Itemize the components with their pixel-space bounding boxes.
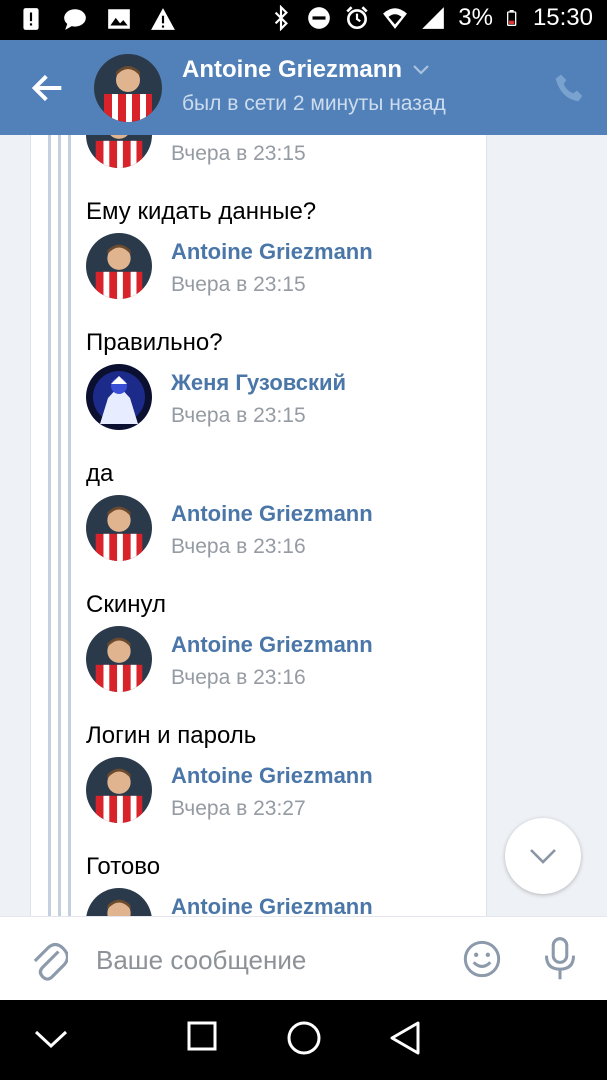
dnd-icon	[308, 7, 331, 29]
bluetooth-icon	[275, 5, 289, 31]
status-time: 15:30	[532, 4, 593, 31]
message-time: Вчера в 23:16	[171, 535, 306, 558]
home-icon[interactable]	[286, 1020, 322, 1056]
contact-name[interactable]: Antoine Griezmann	[182, 56, 430, 84]
message-time: Вчера в 23:15	[171, 404, 306, 427]
scroll-to-bottom-button[interactable]	[505, 818, 581, 894]
avatar[interactable]	[86, 626, 152, 692]
battery-low-icon	[506, 10, 517, 26]
microphone-icon[interactable]	[542, 937, 578, 981]
battery-percent: 3%	[458, 4, 493, 31]
avatar[interactable]	[86, 364, 152, 430]
wifi-icon	[383, 8, 408, 29]
message-icon	[64, 9, 86, 30]
contact-avatar[interactable]	[94, 54, 162, 122]
sender-name[interactable]: Antoine Griezmann	[171, 763, 373, 789]
contact-name-text: Antoine Griezmann	[182, 56, 403, 83]
avatar[interactable]	[86, 757, 152, 823]
message-time: Вчера в 23:15	[171, 142, 306, 165]
system-nav-bar	[0, 1000, 607, 1080]
emoji-icon[interactable]	[462, 939, 502, 979]
avatar[interactable]	[86, 233, 152, 299]
sender-name[interactable]: Antoine Griezmann	[171, 501, 373, 527]
attach-icon[interactable]	[30, 939, 68, 983]
back-arrow-icon[interactable]	[28, 68, 68, 108]
alert-icon	[23, 8, 39, 30]
message-text: да	[86, 460, 114, 487]
image-icon	[108, 9, 130, 29]
message-time: Вчера в 23:15	[171, 273, 306, 296]
back-icon[interactable]	[388, 1020, 422, 1056]
message-time: Вчера в 23:16	[171, 666, 306, 689]
message-text: Правильно?	[86, 329, 223, 356]
chevron-down-icon	[530, 849, 556, 864]
hide-keyboard-icon[interactable]	[32, 1028, 70, 1052]
sender-name[interactable]: Antoine Griezmann	[171, 894, 373, 916]
recents-icon[interactable]	[186, 1020, 218, 1052]
forward-indicator-lines	[48, 135, 78, 916]
message-composer: Ваше сообщение	[0, 916, 607, 1000]
sender-name[interactable]: Женя Гузовский	[171, 370, 346, 396]
message-text: Скинул	[86, 591, 166, 618]
message-text: Логин и пароль	[86, 722, 257, 749]
avatar[interactable]	[86, 495, 152, 561]
message-list[interactable]: Вчера в 23:15 Ему кидать данные? Antoine…	[0, 135, 607, 916]
warning-icon	[151, 8, 175, 30]
signal-icon	[422, 7, 445, 29]
message-input[interactable]: Ваше сообщение	[96, 945, 306, 976]
sender-name[interactable]: Antoine Griezmann	[171, 239, 373, 265]
status-bar: 3% 15:30	[0, 0, 607, 40]
last-seen-status: был в сети 2 минуты назад	[182, 92, 446, 115]
chevron-down-icon[interactable]	[412, 64, 430, 76]
alarm-icon	[346, 6, 368, 30]
phone-icon[interactable]	[553, 72, 585, 104]
message-text: Готово	[86, 853, 161, 880]
sender-name[interactable]: Antoine Griezmann	[171, 632, 373, 658]
chat-header: Antoine Griezmann был в сети 2 минуты на…	[0, 40, 607, 135]
message-time: Вчера в 23:27	[171, 797, 306, 820]
message-text: Ему кидать данные?	[86, 198, 317, 225]
